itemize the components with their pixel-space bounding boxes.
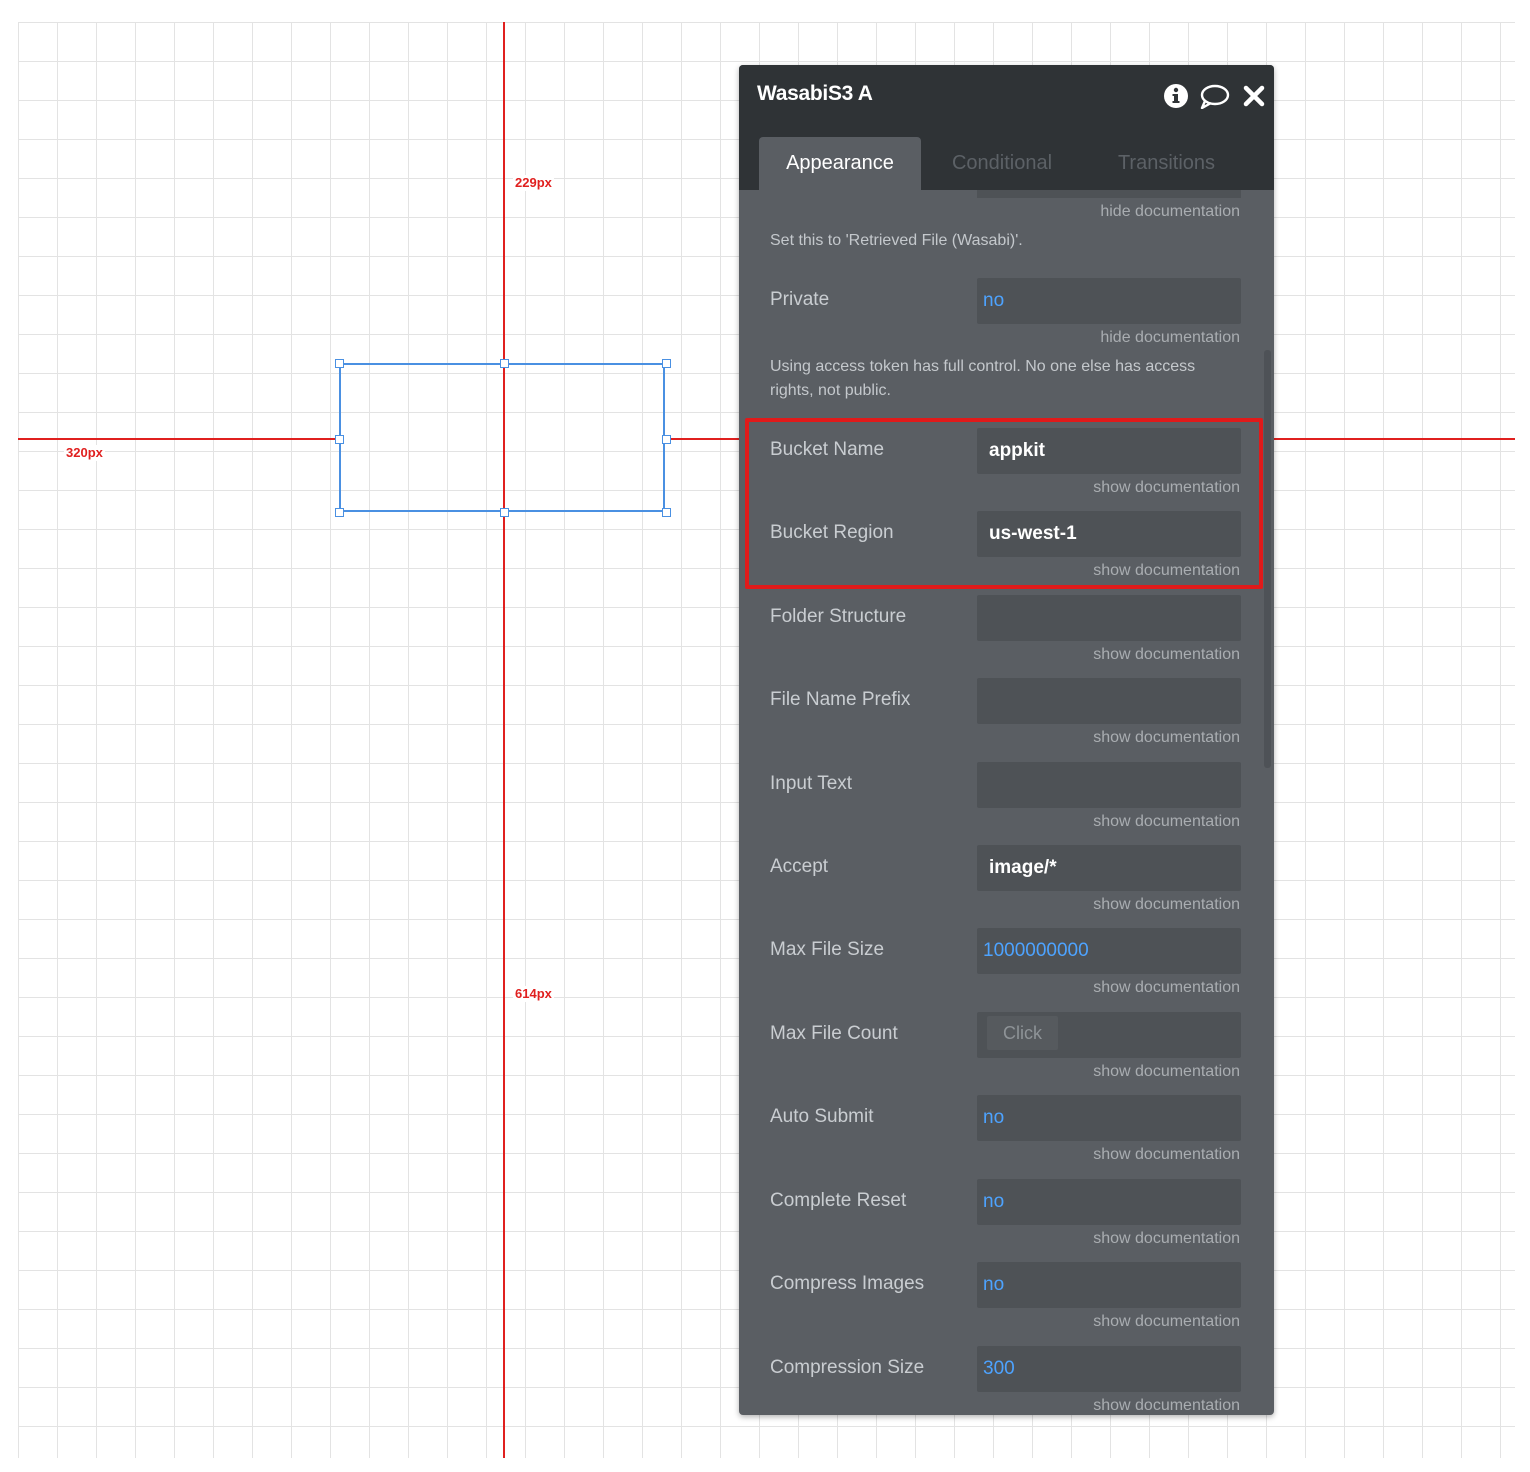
compress-images-dropdown[interactable]: no xyxy=(977,1262,1241,1308)
show-documentation-link[interactable]: show documentation xyxy=(1093,729,1240,747)
highlight-box xyxy=(745,418,1263,589)
show-documentation-link[interactable]: show documentation xyxy=(1093,646,1240,664)
property-editor-panel: WasabiS3 A Appearance Conditional Transi… xyxy=(739,65,1274,1415)
field-label-compression-size: Compression Size xyxy=(770,1357,925,1378)
field-label-folder-structure: Folder Structure xyxy=(770,606,907,627)
show-documentation-link[interactable]: show documentation xyxy=(1093,1146,1240,1164)
compression-size-input[interactable]: 300 xyxy=(977,1346,1241,1392)
field-label-accept: Accept xyxy=(770,856,829,877)
panel-tabs: Appearance Conditional Transitions xyxy=(739,127,1274,190)
field-label-compress-images: Compress Images xyxy=(770,1273,925,1294)
resize-handle-top-right[interactable] xyxy=(662,359,671,368)
show-documentation-link[interactable]: show documentation xyxy=(1093,1230,1240,1248)
auto-submit-dropdown[interactable]: no xyxy=(977,1095,1241,1141)
hide-documentation-link[interactable]: hide documentation xyxy=(1100,329,1240,347)
selected-element[interactable] xyxy=(339,363,665,512)
show-documentation-link[interactable]: show documentation xyxy=(1093,896,1240,914)
max-file-count-input[interactable]: Click xyxy=(977,1012,1241,1058)
private-documentation-text: Using access token has full control. No … xyxy=(770,358,1196,399)
input-text-input[interactable] xyxy=(977,762,1241,808)
horizontal-guide-line-left xyxy=(18,438,340,440)
field-label-private: Private xyxy=(770,289,830,310)
resize-handle-bottom[interactable] xyxy=(500,508,509,517)
hide-documentation-link[interactable]: hide documentation xyxy=(1100,203,1240,221)
field-label-complete-reset: Complete Reset xyxy=(770,1190,907,1211)
field-label-max-file-count: Max File Count xyxy=(770,1023,898,1044)
show-documentation-link[interactable]: show documentation xyxy=(1093,1063,1240,1081)
horizontal-guide-line-middle xyxy=(666,438,740,440)
tab-conditional[interactable]: Conditional xyxy=(927,137,1077,190)
horizontal-guide-line-right xyxy=(1274,438,1515,440)
top-distance-label: 229px xyxy=(513,175,554,191)
comment-icon[interactable] xyxy=(1199,83,1231,109)
accept-input[interactable]: image/* xyxy=(977,845,1241,891)
show-documentation-link[interactable]: show documentation xyxy=(1093,1313,1240,1331)
vertical-guide-line xyxy=(503,22,505,1458)
complete-reset-dropdown[interactable]: no xyxy=(977,1179,1241,1225)
resize-handle-bottom-right[interactable] xyxy=(662,508,671,517)
previous-field-input-bottom[interactable] xyxy=(977,190,1241,198)
panel-header: WasabiS3 A xyxy=(739,65,1274,127)
tab-transitions[interactable]: Transitions xyxy=(1089,137,1244,190)
show-documentation-link[interactable]: show documentation xyxy=(1093,979,1240,997)
click-button[interactable]: Click xyxy=(987,1016,1058,1051)
field-label-input-text: Input Text xyxy=(770,773,853,794)
field-label-file-name-prefix: File Name Prefix xyxy=(770,689,911,710)
field-label-auto-submit: Auto Submit xyxy=(770,1106,874,1127)
close-icon[interactable] xyxy=(1242,83,1266,109)
info-icon[interactable] xyxy=(1163,83,1189,109)
documentation-text: Set this to 'Retrieved File (Wasabi)'. xyxy=(770,232,1023,249)
field-label-max-file-size: Max File Size xyxy=(770,939,885,960)
panel-scrollbar[interactable] xyxy=(1264,350,1271,768)
resize-handle-right[interactable] xyxy=(662,435,671,444)
private-dropdown[interactable]: no xyxy=(977,278,1241,324)
resize-handle-left[interactable] xyxy=(335,435,344,444)
folder-structure-input[interactable] xyxy=(977,595,1241,641)
left-distance-label: 320px xyxy=(64,445,105,461)
max-file-size-input[interactable]: 1000000000 xyxy=(977,928,1241,974)
panel-title: WasabiS3 A xyxy=(757,82,873,105)
file-name-prefix-input[interactable] xyxy=(977,678,1241,724)
resize-handle-top[interactable] xyxy=(500,359,509,368)
show-documentation-link[interactable]: show documentation xyxy=(1093,813,1240,831)
bottom-distance-label: 614px xyxy=(513,986,554,1002)
resize-handle-top-left[interactable] xyxy=(335,359,344,368)
resize-handle-bottom-left[interactable] xyxy=(335,508,344,517)
tab-appearance[interactable]: Appearance xyxy=(759,137,921,190)
show-documentation-link[interactable]: show documentation xyxy=(1093,1397,1240,1415)
